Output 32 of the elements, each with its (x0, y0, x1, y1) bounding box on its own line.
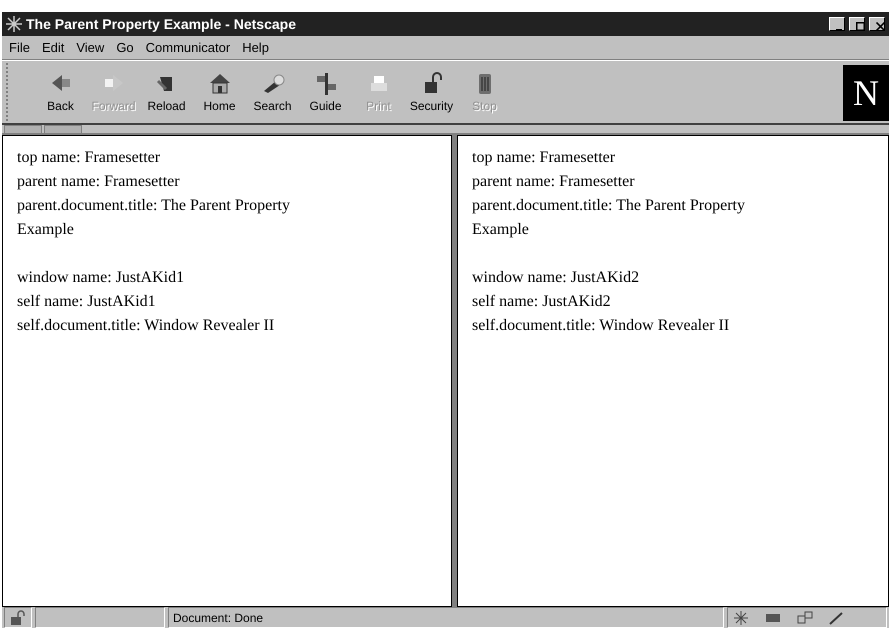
text-line: window name: JustAKid1 (17, 268, 186, 288)
text-line: window name: JustAKid2 (472, 268, 640, 288)
text-line: top name: Framesetter (17, 148, 162, 168)
text-line: self name: JustAKid2 (472, 292, 612, 312)
minimize-button[interactable] (829, 17, 845, 31)
chat-icon[interactable] (796, 610, 814, 626)
close-icon (876, 22, 885, 31)
status-text: Document: Done (168, 607, 724, 628)
menu-item[interactable]: Go (115, 40, 135, 55)
padlock-icon (9, 610, 27, 626)
menu-item[interactable]: Communicator (144, 40, 232, 55)
menu-item[interactable]: Help (241, 40, 270, 55)
menu-item[interactable]: View (75, 40, 106, 55)
window-title: The Parent Property Example - Netscape (26, 16, 297, 32)
close-button[interactable] (869, 17, 885, 31)
maximize-icon (856, 22, 865, 31)
text-line: parent name: Framesetter (472, 172, 636, 192)
maximize-button[interactable] (849, 17, 865, 31)
minimize-icon (836, 29, 842, 31)
menu-item[interactable]: Edit (40, 40, 66, 55)
text-line: parent.document.title: The Parent Property Example (472, 196, 746, 240)
starburst-icon[interactable] (732, 610, 750, 626)
menu-item[interactable]: File (8, 40, 31, 55)
text-line: self.document.title: Window Revealer II (472, 316, 730, 336)
security-indicator[interactable] (4, 607, 32, 628)
text-line: self.document.title: Window Revealer II (17, 316, 276, 336)
browser-logo: N (843, 65, 889, 121)
text-line: self name: JustAKid1 (17, 292, 157, 312)
text-line: top name: Framesetter (472, 148, 616, 168)
starburst-icon (6, 16, 22, 32)
text-line: parent.document.title: The Parent Property Example (17, 196, 291, 240)
text-line: parent name: Framesetter (17, 172, 181, 192)
